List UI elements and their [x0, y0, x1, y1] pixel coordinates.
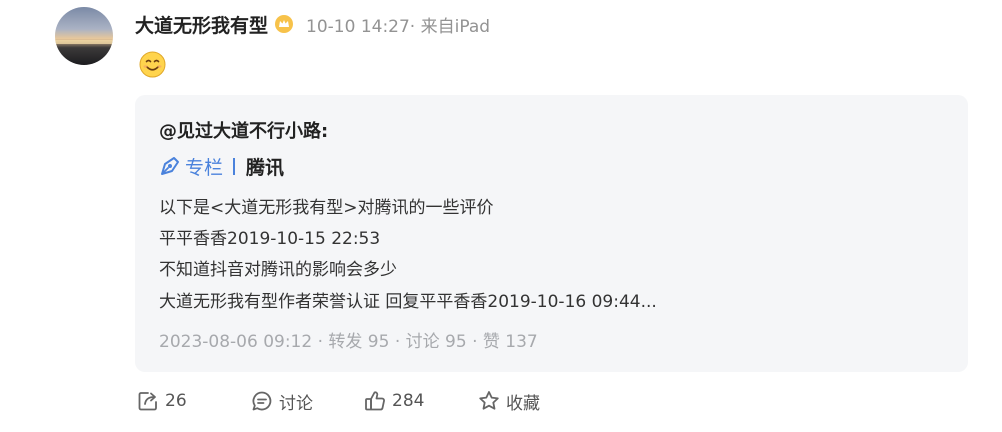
post-header: 大道无形我有型 10-10 14:27· 来自iPad — [135, 11, 490, 37]
content-line: 平平香香2019-10-15 22:53 — [159, 229, 381, 249]
like-count: 284 — [392, 391, 425, 411]
thumbs-up-icon — [365, 391, 385, 411]
quoted-post-card[interactable]: @见过大道不行小路: 专栏 腾讯 以下是<大道无形我有型>对腾讯的一些评价 平平… — [135, 95, 968, 372]
author-name[interactable]: 大道无形我有型 — [135, 11, 268, 38]
collect-button[interactable]: 收藏 — [477, 387, 540, 415]
content-line: 大道无形我有型作者荣誉认证 回复平平香香2019-10-16 09:44... — [159, 292, 657, 312]
forward-button[interactable]: 26 — [136, 387, 187, 415]
smile-emoji-icon — [139, 51, 166, 78]
collect-label: 收藏 — [506, 393, 540, 414]
pen-nib-icon — [161, 157, 179, 175]
content-line: 不知道抖音对腾讯的影响会多少 — [159, 260, 397, 280]
comment-icon — [252, 391, 272, 411]
forward-icon — [138, 392, 157, 411]
avatar[interactable] — [55, 7, 113, 65]
comment-label: 讨论 — [279, 393, 313, 414]
forward-count: 26 — [165, 391, 187, 411]
column-title: 腾讯 — [246, 156, 285, 179]
quoted-author[interactable]: @见过大道不行小路: — [159, 117, 328, 143]
column-divider — [233, 157, 236, 175]
star-icon — [479, 391, 499, 410]
quoted-stats: 2023-08-06 09:12 · 转发 95 · 讨论 95 · 赞 137 — [159, 332, 538, 352]
action-bar: 26 讨论 284 收藏 — [0, 387, 1002, 415]
column-label: 专栏 — [185, 156, 224, 179]
content-line: 以下是<大道无形我有型>对腾讯的一些评价 — [159, 198, 494, 218]
vip-crown-icon — [275, 15, 294, 33]
post-meta: 10-10 14:27· 来自iPad — [306, 16, 491, 37]
column-link[interactable]: 专栏 腾讯 — [159, 152, 284, 180]
comment-button[interactable]: 讨论 — [250, 387, 313, 415]
like-button[interactable]: 284 — [363, 387, 424, 415]
